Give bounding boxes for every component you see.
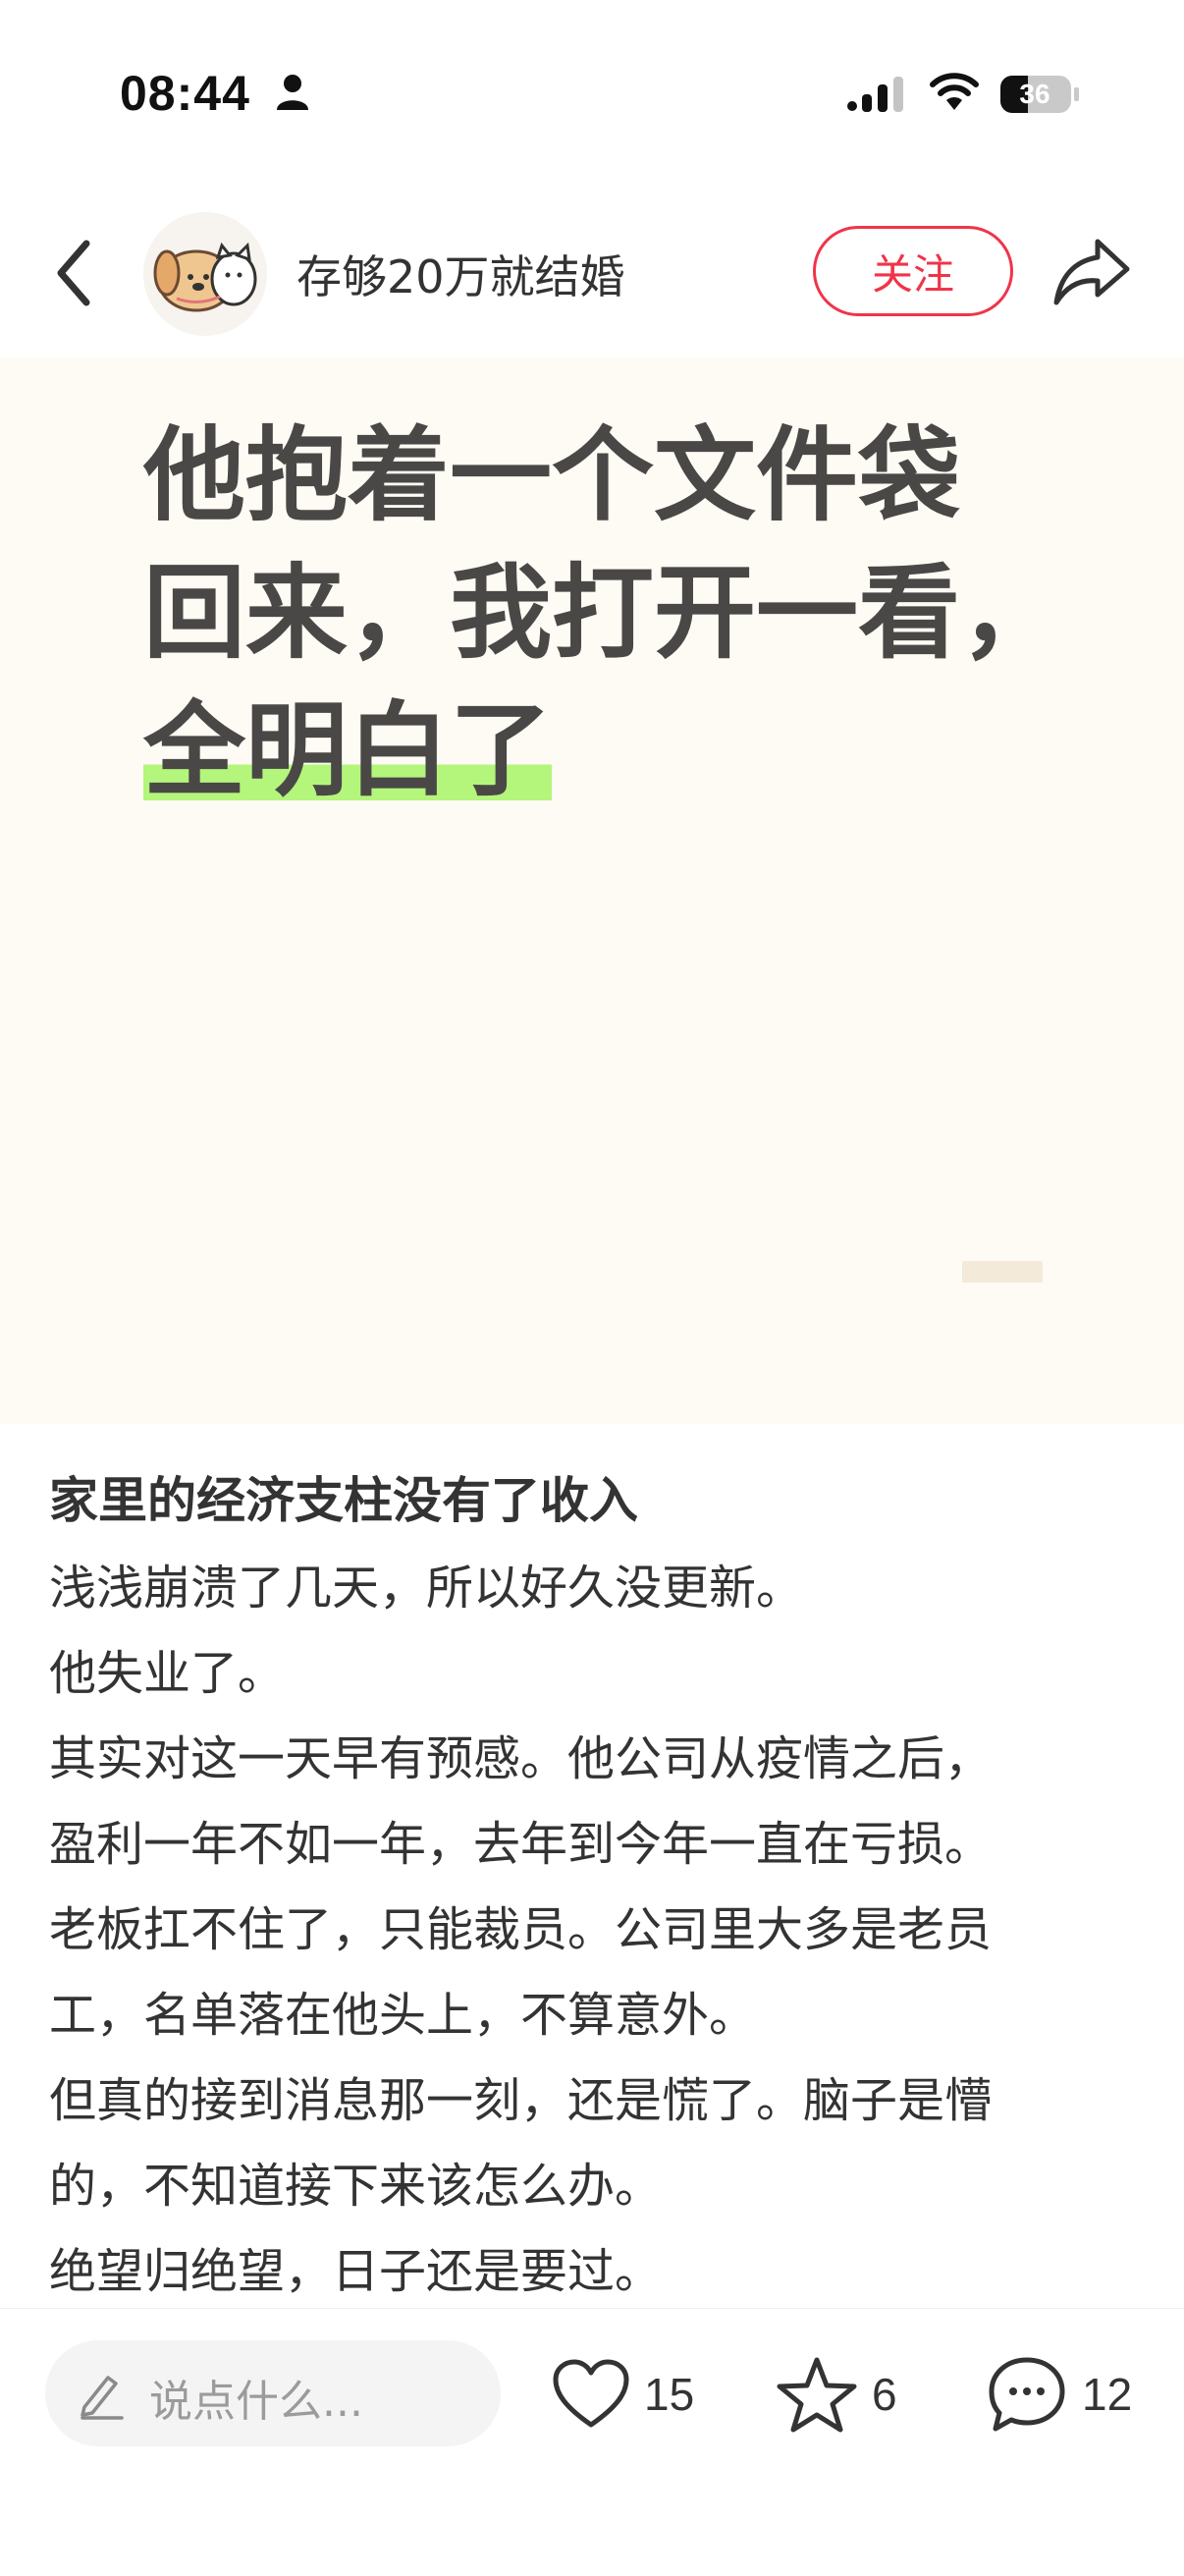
author-name[interactable]: 存够20万就结婚	[296, 242, 625, 306]
avatar-dog-icon	[153, 242, 257, 312]
post-body: 浅浅崩溃了几天，所以好久没更新。 他失业了。 其实对这一天早有预感。他公司从疫情…	[49, 1546, 1139, 2315]
post-line: 的，不知道接下来该怎么办。	[49, 2159, 663, 2214]
share-icon[interactable]	[1052, 234, 1131, 308]
status-time: 08:44	[120, 66, 250, 121]
heart-icon	[553, 2359, 629, 2428]
like-button[interactable]: 15	[552, 2352, 694, 2437]
star-icon	[777, 2357, 857, 2433]
cellular-signal-icon	[847, 77, 903, 112]
cover-title-line: 全明白了	[143, 682, 1027, 819]
comment-input[interactable]: 说点什么...	[45, 2340, 501, 2446]
back-icon[interactable]	[47, 234, 106, 312]
post-line: 老板扛不住了，只能裁员。公司里大多是老员	[49, 1902, 993, 1957]
cover-image[interactable]: 他抱着一个文件袋 回来，我打开一看， 全明白了	[0, 357, 1184, 1424]
post-line: 浅浅崩溃了几天，所以好久没更新。	[49, 1561, 804, 1616]
post-line: 工，名单落在他头上，不算意外。	[49, 1988, 757, 2043]
post-line: 盈利一年不如一年，去年到今年一直在亏损。	[49, 1817, 993, 1872]
person-icon	[277, 75, 308, 110]
cover-title-line: 回来，我打开一看，	[143, 553, 1063, 673]
battery-level: 36	[1019, 79, 1050, 109]
author-avatar[interactable]	[143, 212, 267, 336]
collect-button[interactable]: 6	[776, 2352, 897, 2437]
post-title: 家里的经济支柱没有了收入	[49, 1472, 638, 1529]
post-line: 但真的接到消息那一刻，还是慌了。脑子是懵	[49, 2073, 993, 2128]
image-page-indicator	[962, 1261, 1043, 1283]
comment-button[interactable]: 12	[986, 2352, 1132, 2437]
comment-bubble-icon	[989, 2357, 1065, 2432]
highlighted-text: 全明白了	[143, 690, 553, 810]
comment-placeholder: 说点什么...	[149, 2377, 363, 2427]
pencil-icon	[81, 2376, 124, 2420]
comment-count: 12	[1082, 2369, 1133, 2420]
bottom-action-bar: 说点什么... 15 6 12	[0, 2308, 1184, 2576]
cover-title: 他抱着一个文件袋 回来，我打开一看， 全明白了	[143, 407, 1063, 819]
post-line: 其实对这一天早有预感。他公司从疫情之后，	[49, 1731, 993, 1786]
like-count: 15	[644, 2369, 695, 2420]
post-line: 绝望归绝望，日子还是要过。	[49, 2244, 663, 2299]
wifi-icon	[930, 73, 979, 110]
follow-button[interactable]: 关注	[813, 226, 1013, 316]
collect-count: 6	[872, 2369, 897, 2420]
cover-title-line: 他抱着一个文件袋	[143, 415, 961, 535]
battery-indicator: 36	[999, 75, 1080, 118]
post-line: 他失业了。	[49, 1646, 286, 1701]
